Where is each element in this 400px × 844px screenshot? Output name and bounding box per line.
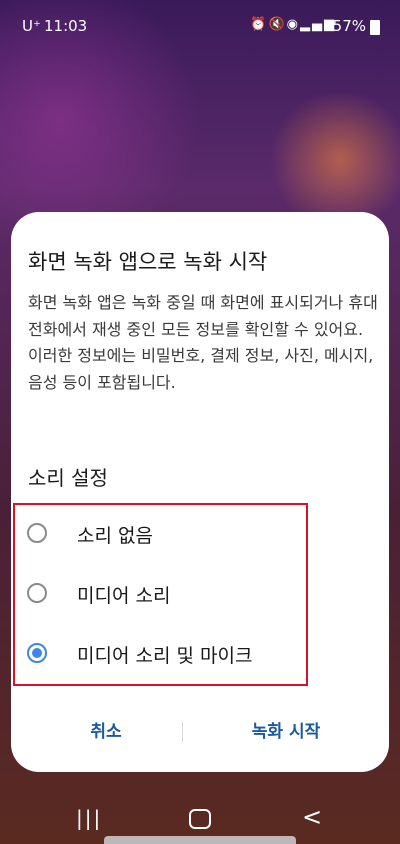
screen-recording-dialog: 화면 녹화 앱으로 녹화 시작 화면 녹화 앱은 녹화 중일 때 화면에 표시되… — [11, 212, 389, 772]
cancel-button[interactable]: 취소 — [31, 702, 181, 762]
battery-percent: 57% — [332, 17, 366, 35]
carrier-label: U⁺ — [22, 17, 41, 35]
signal-icon: ▂▄▆ — [300, 17, 336, 32]
battery-icon — [370, 20, 380, 35]
sound-settings-title: 소리 설정 — [28, 466, 108, 490]
alarm-icon: ⏰ — [250, 17, 269, 32]
button-divider — [182, 722, 183, 742]
dialog-message: 화면 녹화 앱은 녹화 중일 때 화면에 표시되거나 휴대전화에서 재생 중인 … — [28, 293, 378, 392]
back-icon[interactable]: < — [302, 803, 322, 831]
dialog-title: 화면 녹화 앱으로 녹화 시작 — [28, 250, 268, 274]
gesture-handle — [104, 836, 296, 844]
dialog-actions: 취소 녹화 시작 — [11, 702, 389, 762]
home-icon[interactable] — [189, 809, 211, 829]
status-icons: ⏰🔇◉▂▄▆ — [250, 17, 336, 32]
status-bar: U⁺ 11:03 ⏰🔇◉▂▄▆ 57% — [0, 0, 400, 54]
radio-button-unchecked[interactable] — [27, 583, 47, 603]
mute-icon: 🔇 — [268, 17, 287, 32]
radio-button-checked[interactable] — [27, 643, 47, 663]
sound-option-label: 미디어 소리 — [77, 585, 171, 607]
sound-option-media[interactable]: 미디어 소리 — [15, 565, 306, 625]
radio-button-unchecked[interactable] — [27, 523, 47, 543]
sound-option-none[interactable]: 소리 없음 — [15, 505, 306, 565]
sound-option-media-and-mic[interactable]: 미디어 소리 및 마이크 — [15, 625, 306, 685]
recents-icon[interactable]: ||| — [76, 806, 102, 830]
wifi-icon: ◉ — [286, 17, 300, 32]
status-time: 11:03 — [44, 17, 88, 35]
sound-option-label: 소리 없음 — [77, 525, 153, 547]
sound-option-label: 미디어 소리 및 마이크 — [77, 645, 253, 667]
sound-options-group: 소리 없음 미디어 소리 미디어 소리 및 마이크 — [13, 503, 308, 686]
start-recording-button[interactable]: 녹화 시작 — [201, 702, 371, 762]
